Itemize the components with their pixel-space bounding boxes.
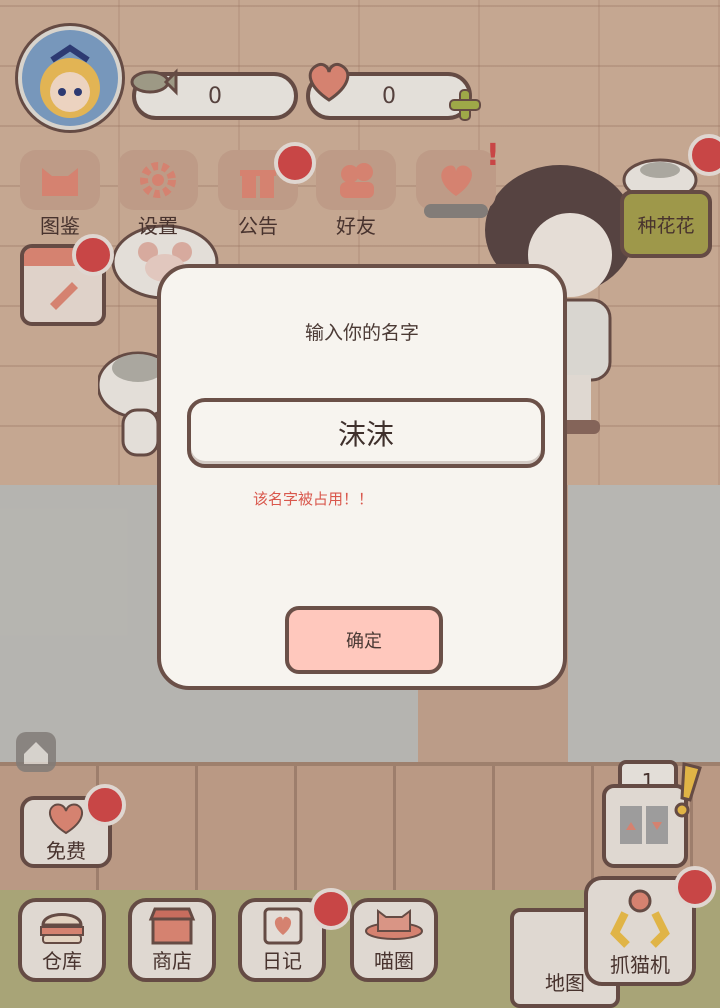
name-input[interactable]: 沫沫: [187, 398, 545, 468]
name-error-message: 该名字被占用！！: [253, 490, 374, 508]
confirm-label: 确定: [346, 631, 382, 652]
confirm-button[interactable]: 确定: [285, 606, 443, 674]
name-input-value: 沫沫: [337, 418, 394, 451]
name-input-dialog: 输入你的名字 沫沫 该名字被占用！！ 确定: [157, 264, 567, 690]
dialog-title: 输入你的名字: [304, 322, 419, 344]
